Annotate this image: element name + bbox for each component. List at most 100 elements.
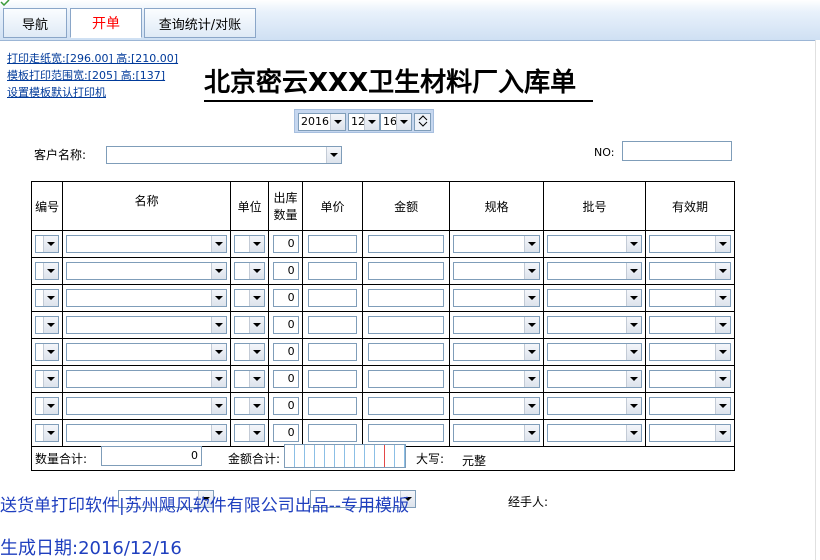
header-qty: 出库 数量 <box>268 181 303 231</box>
chevron-down-icon <box>715 263 730 279</box>
code-select[interactable] <box>35 289 60 307</box>
table-row: 0 <box>30 284 735 312</box>
price-input[interactable] <box>307 316 358 334</box>
unit-select[interactable] <box>233 262 266 280</box>
unit-select[interactable] <box>233 289 266 307</box>
expiry-select[interactable] <box>649 289 731 307</box>
chevron-down-icon <box>715 371 730 387</box>
customer-select[interactable] <box>106 146 342 164</box>
code-select[interactable] <box>35 343 60 361</box>
qty-input[interactable]: 0 <box>273 397 299 415</box>
chevron-down-icon <box>43 371 59 387</box>
qty-input[interactable]: 0 <box>273 235 299 253</box>
spec-select[interactable] <box>453 262 541 280</box>
code-select[interactable] <box>35 316 60 334</box>
spec-select[interactable] <box>453 397 541 415</box>
name-select[interactable] <box>66 289 227 307</box>
spec-select[interactable] <box>453 343 541 361</box>
vertical-scrollbar[interactable] <box>815 40 820 560</box>
expiry-select[interactable] <box>649 262 731 280</box>
name-select[interactable] <box>66 235 227 253</box>
amount-input[interactable] <box>368 316 445 334</box>
chevron-down-icon <box>626 236 642 252</box>
tab-navigation[interactable]: 导航 <box>3 8 67 38</box>
table-row: 0 <box>30 257 735 285</box>
price-input[interactable] <box>307 343 358 361</box>
month-select[interactable]: 12 <box>348 113 380 131</box>
price-input[interactable] <box>307 262 358 280</box>
expiry-select[interactable] <box>649 370 731 388</box>
spec-select[interactable] <box>453 316 541 334</box>
chevron-down-icon <box>210 236 226 252</box>
amount-input[interactable] <box>368 262 445 280</box>
unit-select[interactable] <box>233 370 266 388</box>
expiry-select[interactable] <box>649 235 731 253</box>
batch-select[interactable] <box>547 235 643 253</box>
name-select[interactable] <box>66 343 227 361</box>
year-select[interactable]: 2016 <box>298 113 346 131</box>
amount-input[interactable] <box>368 289 445 307</box>
spec-select[interactable] <box>453 289 541 307</box>
day-select[interactable]: 16 <box>380 113 412 131</box>
expiry-select[interactable] <box>649 397 731 415</box>
tab-create-order-label: 开单 <box>92 16 120 32</box>
amount-input[interactable] <box>368 370 445 388</box>
header-spec: 规格 <box>449 181 545 231</box>
chevron-down-icon <box>210 371 226 387</box>
name-select[interactable] <box>66 316 227 334</box>
chevron-down-icon <box>626 317 642 333</box>
code-select[interactable] <box>35 397 60 415</box>
tab-create-order[interactable]: 开单 <box>70 8 142 38</box>
code-select[interactable] <box>35 370 60 388</box>
chevron-down-icon <box>330 114 345 130</box>
tab-query-statistics[interactable]: 查询统计/对账 <box>144 8 256 38</box>
batch-select[interactable] <box>547 397 643 415</box>
qty-input[interactable]: 0 <box>273 289 299 307</box>
default-printer-link[interactable]: 设置模板默认打印机 <box>7 84 106 100</box>
chevron-down-icon <box>43 290 59 306</box>
batch-select[interactable] <box>547 343 643 361</box>
expiry-select[interactable] <box>649 316 731 334</box>
amount-input[interactable] <box>368 397 445 415</box>
expiry-select[interactable] <box>649 343 731 361</box>
date-spin-button[interactable] <box>414 113 431 131</box>
unit-select[interactable] <box>233 343 266 361</box>
amount-total-digits[interactable] <box>284 444 406 468</box>
tab-bar: 导航 开单 查询统计/对账 <box>0 0 820 41</box>
paper-size-link[interactable]: 打印走纸宽:[296.00] 高:[210.00] <box>7 50 178 66</box>
amount-input[interactable] <box>368 343 445 361</box>
no-input[interactable] <box>622 141 732 161</box>
unit-select[interactable] <box>233 397 266 415</box>
batch-select[interactable] <box>547 316 643 334</box>
spec-select[interactable] <box>453 370 541 388</box>
spec-select[interactable] <box>453 235 541 253</box>
qty-total-input[interactable]: 0 <box>101 446 202 466</box>
chevron-down-icon <box>43 398 59 414</box>
batch-select[interactable] <box>547 262 643 280</box>
batch-select[interactable] <box>547 370 643 388</box>
unit-select[interactable] <box>233 316 266 334</box>
price-input[interactable] <box>307 289 358 307</box>
amount-input[interactable] <box>368 235 445 253</box>
chevron-down-icon <box>43 317 59 333</box>
qty-input[interactable]: 0 <box>273 343 299 361</box>
year-value: 2016 <box>301 115 329 128</box>
no-label: NO: <box>594 146 615 159</box>
form-title: 北京密云XXX卫生材料厂入库单 <box>204 68 577 98</box>
name-select[interactable] <box>66 262 227 280</box>
name-select[interactable] <box>66 397 227 415</box>
qty-input[interactable]: 0 <box>273 370 299 388</box>
unit-select[interactable] <box>233 235 266 253</box>
name-select[interactable] <box>66 370 227 388</box>
qty-input[interactable]: 0 <box>273 262 299 280</box>
price-input[interactable] <box>307 370 358 388</box>
price-input[interactable] <box>307 235 358 253</box>
template-range-link[interactable]: 模板打印范围宽:[205] 高:[137] <box>7 67 165 83</box>
qty-input[interactable]: 0 <box>273 316 299 334</box>
price-input[interactable] <box>307 397 358 415</box>
header-batch: 批号 <box>543 181 647 231</box>
code-select[interactable] <box>35 235 60 253</box>
code-select[interactable] <box>35 262 60 280</box>
batch-select[interactable] <box>547 289 643 307</box>
chevron-down-icon <box>524 317 540 333</box>
